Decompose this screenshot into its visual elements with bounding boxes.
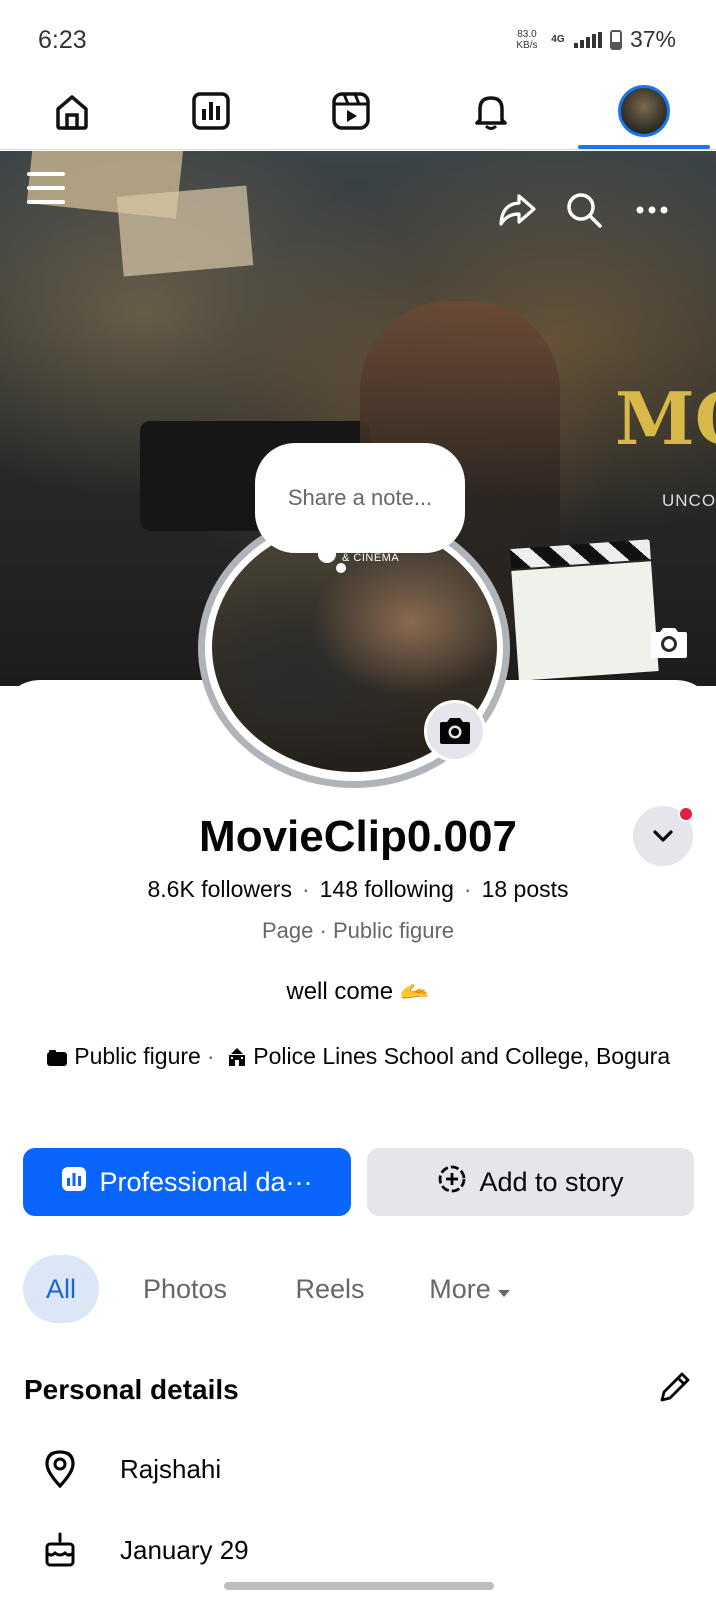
tab-photos[interactable]: Photos <box>130 1255 240 1323</box>
camera-icon[interactable] <box>424 700 486 762</box>
share-note-bubble[interactable]: Share a note... <box>255 443 465 553</box>
avatar <box>618 85 670 137</box>
profile-tab-avatar[interactable] <box>614 85 674 137</box>
birthday-cake-icon <box>40 1530 80 1570</box>
following-count[interactable]: 148 following <box>320 876 454 902</box>
video-icon[interactable] <box>321 86 381 136</box>
home-icon[interactable] <box>42 86 102 136</box>
personal-details-title: Personal details <box>24 1374 239 1405</box>
profile-info: Public figure · Police Lines School and C… <box>40 1042 676 1074</box>
add-story-icon <box>437 1164 467 1201</box>
top-nav <box>0 80 716 150</box>
note-placeholder: Share a note... <box>287 485 433 510</box>
signal-icon <box>573 31 602 48</box>
more-icon[interactable] <box>630 188 674 232</box>
dashboard-icon <box>61 1166 87 1199</box>
tab-more[interactable]: More <box>420 1255 520 1323</box>
category-icon <box>46 1045 68 1074</box>
profile-subtitle: Page · Public figure <box>261 918 455 943</box>
battery-level: 37% <box>629 26 676 52</box>
cover-subtitle-text: UNCO <box>662 491 716 510</box>
followers-count[interactable]: 8.6K followers <box>147 876 291 902</box>
add-to-story-label: Add to story <box>479 1166 624 1197</box>
pencil-icon[interactable] <box>656 1370 696 1410</box>
add-to-story-button[interactable]: Add to story <box>367 1148 694 1216</box>
search-icon[interactable] <box>562 188 606 232</box>
school-icon <box>227 1045 247 1074</box>
home-indicator[interactable] <box>224 1582 494 1590</box>
tab-reels[interactable]: Reels <box>282 1255 378 1323</box>
detail-birthday: January 29 <box>40 1525 249 1575</box>
location-text: Rajshahi <box>120 1453 222 1484</box>
profile-name: MovieClip0.007 <box>199 812 517 861</box>
edit-cover-camera-icon[interactable] <box>647 626 691 660</box>
chart-icon[interactable] <box>181 86 241 136</box>
status-indicators: 83.0 KB/s 4G 37% <box>512 26 676 53</box>
profile-stats: 8.6K followers · 148 following · 18 posts <box>147 876 569 902</box>
notification-dot <box>678 806 694 822</box>
network-type: 4G <box>551 34 565 45</box>
status-time: 6:23 <box>38 26 87 54</box>
tab-all[interactable]: All <box>23 1255 99 1323</box>
cover-title-text: MOV <box>615 376 716 461</box>
profile-bio: well come 🫴 <box>286 978 430 1005</box>
info-school: Police Lines School and College, Bogura <box>253 1043 671 1069</box>
caret-down-icon <box>497 1274 511 1305</box>
active-tab-indicator <box>578 145 710 149</box>
menu-icon[interactable] <box>27 172 65 204</box>
location-pin-icon <box>40 1449 80 1489</box>
info-category: Public figure <box>74 1043 201 1069</box>
professional-dashboard-label: Professional da··· <box>99 1166 313 1197</box>
bell-icon[interactable] <box>461 86 521 136</box>
network-speed: 83.0 KB/s <box>516 28 538 51</box>
detail-location: Rajshahi <box>40 1444 221 1494</box>
status-bar: 6:23 83.0 KB/s 4G 37% <box>0 0 716 80</box>
posts-count[interactable]: 18 posts <box>482 876 569 902</box>
battery-icon <box>609 29 622 50</box>
share-icon[interactable] <box>495 188 539 232</box>
professional-dashboard-button[interactable]: Professional da··· <box>23 1148 351 1216</box>
birthday-text: January 29 <box>120 1534 249 1565</box>
